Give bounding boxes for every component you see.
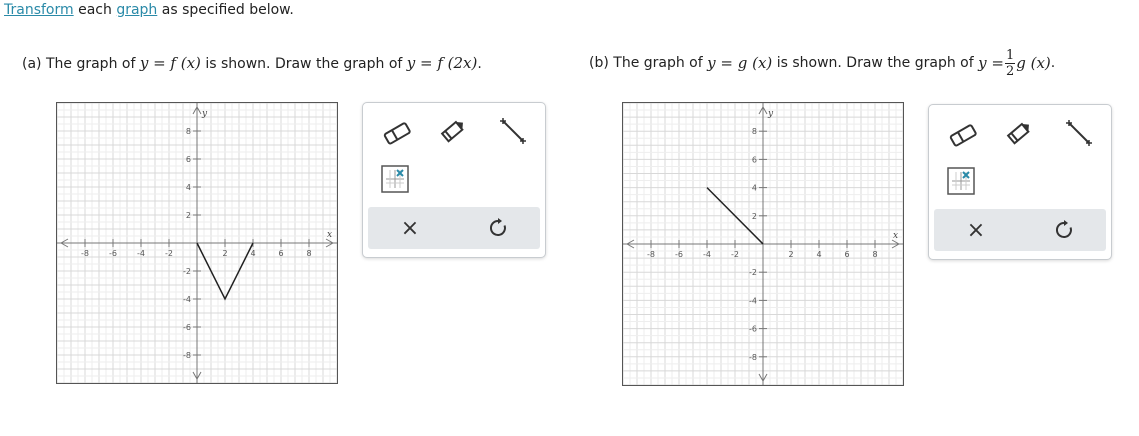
clear-button[interactable]: × [380, 207, 440, 249]
part-a-text-2: is shown. Draw the graph of [200, 56, 407, 72]
eraser-icon [383, 122, 411, 145]
eraser-tool-button[interactable] [377, 113, 417, 153]
graph-a-x-axis-label: x [327, 230, 332, 240]
part-b-prompt: (b) The graph of y = g (x) is shown. Dra… [589, 44, 1055, 82]
graph-b-y-tick-label: 2 [752, 212, 757, 221]
instructions-text-2: as specified below. [157, 2, 294, 18]
graph-b-x-tick-label: -6 [675, 250, 683, 259]
graph-link[interactable]: graph [116, 2, 157, 18]
toolbox-a-action-bar: × [368, 207, 540, 249]
pencil-tool-button[interactable] [433, 111, 473, 151]
line-tool-button[interactable] [1059, 113, 1099, 153]
graph-a-y-tick-label: 8 [186, 127, 191, 136]
graph-a-x-tick-label: 8 [306, 249, 311, 258]
graph-b-canvas[interactable]: -8 -6 -4 -2 2 4 6 8 8 6 4 2 -2 -4 -6 -8 x y [622, 102, 904, 386]
instructions-text-1: each [73, 2, 117, 18]
graph-a-y-axis-label: y [201, 109, 208, 119]
graph-a-y-tick-label: 4 [186, 183, 191, 192]
reset-button[interactable] [1034, 209, 1094, 251]
reset-button[interactable] [468, 207, 528, 249]
eraser-tool-button[interactable] [943, 115, 983, 155]
line-tool-button[interactable] [493, 111, 533, 151]
graph-a-x-tick-label: 2 [222, 249, 227, 258]
drawing-toolbox-b: × [928, 104, 1112, 260]
graph-a-y-tick-label: -2 [183, 267, 191, 276]
part-a-target-equation: y = f (2x) [406, 54, 478, 72]
eraser-icon [949, 124, 977, 147]
clear-button[interactable]: × [946, 209, 1006, 251]
graph-a-y-tick-label: -6 [183, 323, 191, 332]
part-b-given-equation: y = g (x) [707, 54, 773, 72]
close-icon: × [966, 217, 986, 243]
graph-a-x-tick-label: -6 [109, 249, 117, 258]
pencil-icon [1006, 122, 1030, 145]
part-b-target-lhs: y = [978, 54, 1004, 72]
graph-b-y-tick-label: 6 [752, 155, 757, 164]
part-a-label: (a) [22, 56, 42, 72]
part-b-fraction-numerator: 1 [1004, 47, 1016, 64]
graph-a-x-tick-label: 4 [250, 249, 255, 258]
graph-b-x-tick-label: 4 [816, 250, 821, 259]
graph-b-y-tick-label: -2 [749, 268, 757, 277]
graph-a-x-tick-label: -2 [165, 249, 173, 258]
graph-a-y-tick-label: -8 [183, 351, 191, 360]
graph-a-canvas[interactable]: -8 -6 -4 -2 2 4 6 8 8 6 4 2 -2 -4 -6 -8 x y [56, 102, 338, 384]
drawing-toolbox-a: × [362, 102, 546, 258]
graph-a-x-tick-label: -8 [81, 249, 89, 258]
line-segment-icon [1066, 120, 1092, 146]
point-grid-icon [947, 167, 975, 195]
graph-b-y-axis-label: y [767, 109, 774, 119]
graph-a-y-tick-label: -4 [183, 295, 191, 304]
pencil-tool-button[interactable] [999, 113, 1039, 153]
graph-b-x-tick-label: 2 [788, 250, 793, 259]
transform-link[interactable]: Transform [4, 2, 74, 18]
pencil-icon [440, 120, 464, 143]
point-tool-button[interactable] [941, 161, 981, 201]
graph-b-y-tick-label: 4 [752, 184, 757, 193]
graph-b-y-tick-label: -8 [749, 353, 757, 362]
graph-a-x-tick-label: -4 [137, 249, 145, 258]
graph-b-x-tick-label: -2 [731, 250, 739, 259]
graph-b-x-tick-label: -4 [703, 250, 711, 259]
point-grid-icon [381, 165, 409, 193]
graph-b-x-tick-label: 6 [844, 250, 849, 259]
part-b-text-2: is shown. Draw the graph of [772, 55, 979, 71]
graph-a-y-tick-label: 2 [186, 211, 191, 220]
part-b-fraction: 12 [1004, 47, 1016, 79]
graph-a-x-tick-label: 6 [278, 249, 283, 258]
reset-icon [1055, 220, 1072, 238]
part-b-period: . [1050, 55, 1056, 71]
graph-b-x-tick-label: -8 [647, 250, 655, 259]
reset-icon [489, 218, 506, 236]
line-segment-icon [500, 118, 526, 144]
part-b-fraction-denominator: 2 [1005, 63, 1015, 79]
graph-a-y-tick-label: 6 [186, 155, 191, 164]
close-icon: × [400, 215, 420, 241]
point-tool-button[interactable] [375, 159, 415, 199]
part-a-given-equation: y = f (x) [139, 54, 201, 72]
part-b-target-rhs: g (x) [1016, 54, 1051, 72]
graph-b-y-tick-label: -4 [749, 296, 757, 305]
graph-b-y-tick-label: -6 [749, 325, 757, 334]
part-a-prompt: (a) The graph of y = f (x) is shown. Dra… [22, 54, 482, 72]
graph-b-x-axis-label: x [893, 231, 898, 241]
part-a-text-1: The graph of [41, 56, 140, 72]
instructions: Transform each graph as specified below. [4, 2, 294, 18]
graph-a-plot[interactable]: -8 -6 -4 -2 2 4 6 8 8 6 4 2 -2 -4 -6 -8 x y [57, 103, 337, 383]
graph-b-x-tick-label: 8 [872, 250, 877, 259]
graph-b-y-tick-label: 8 [752, 127, 757, 136]
toolbox-b-action-bar: × [934, 209, 1106, 251]
part-b-label: (b) [589, 55, 609, 71]
part-a-period: . [477, 56, 482, 72]
part-b-text-1: The graph of [608, 55, 708, 71]
graph-b-plot[interactable]: -8 -6 -4 -2 2 4 6 8 8 6 4 2 -2 -4 -6 -8 x y [623, 103, 903, 385]
